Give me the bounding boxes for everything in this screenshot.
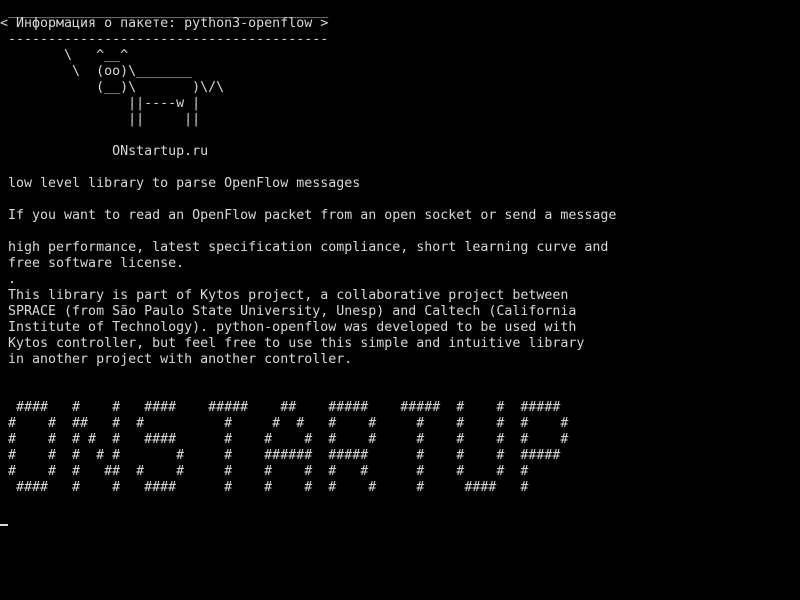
site-credit: ONstartup.ru xyxy=(0,144,209,159)
description-line: in another project with another controll… xyxy=(0,352,353,367)
cow-art-line: (__)\ )\/\ xyxy=(0,80,225,95)
text-cursor[interactable] xyxy=(0,524,8,526)
cowsay-message: < Информация о пакете: python3-openflow … xyxy=(0,16,329,31)
banner-art-line: # # # # # #### # # # # # # # # # # xyxy=(0,432,569,447)
cow-art-line: \ ^__^ xyxy=(0,48,129,63)
description-line: high performance, latest specification c… xyxy=(0,240,609,255)
cow-art-line: ||----w | xyxy=(0,96,201,111)
terminal-screen[interactable]: ________________________________________… xyxy=(0,0,800,600)
description-line: free software license. xyxy=(0,256,185,271)
description-line: SPRACE (from São Paulo State University,… xyxy=(0,304,577,319)
description-separator: . xyxy=(0,272,17,287)
cow-art-line: || || xyxy=(0,112,201,127)
banner-art-line: #### # # #### # # # # # # #### # xyxy=(0,480,529,495)
cow-art-line: \ (oo)\_______ xyxy=(0,64,193,79)
description-line: Kytos controller, but feel free to use t… xyxy=(0,336,585,351)
banner-art-line: #### # # #### ##### ## ##### ##### # # #… xyxy=(0,400,561,415)
package-summary: low level library to parse OpenFlow mess… xyxy=(0,176,361,191)
description-line: If you want to read an OpenFlow packet f… xyxy=(0,208,617,223)
banner-art-line: # # # # # # # ###### ##### # # # ##### xyxy=(0,448,561,463)
description-line: Institute of Technology). python-openflo… xyxy=(0,320,577,335)
banner-art-line: # # # ## # # # # # # # # # # # xyxy=(0,464,529,479)
description-line: This library is part of Kytos project, a… xyxy=(0,288,569,303)
cowsay-bottom-border: ---------------------------------------- xyxy=(0,32,329,47)
banner-art-line: # # ## # # # # # # # # # # # # xyxy=(0,416,569,431)
